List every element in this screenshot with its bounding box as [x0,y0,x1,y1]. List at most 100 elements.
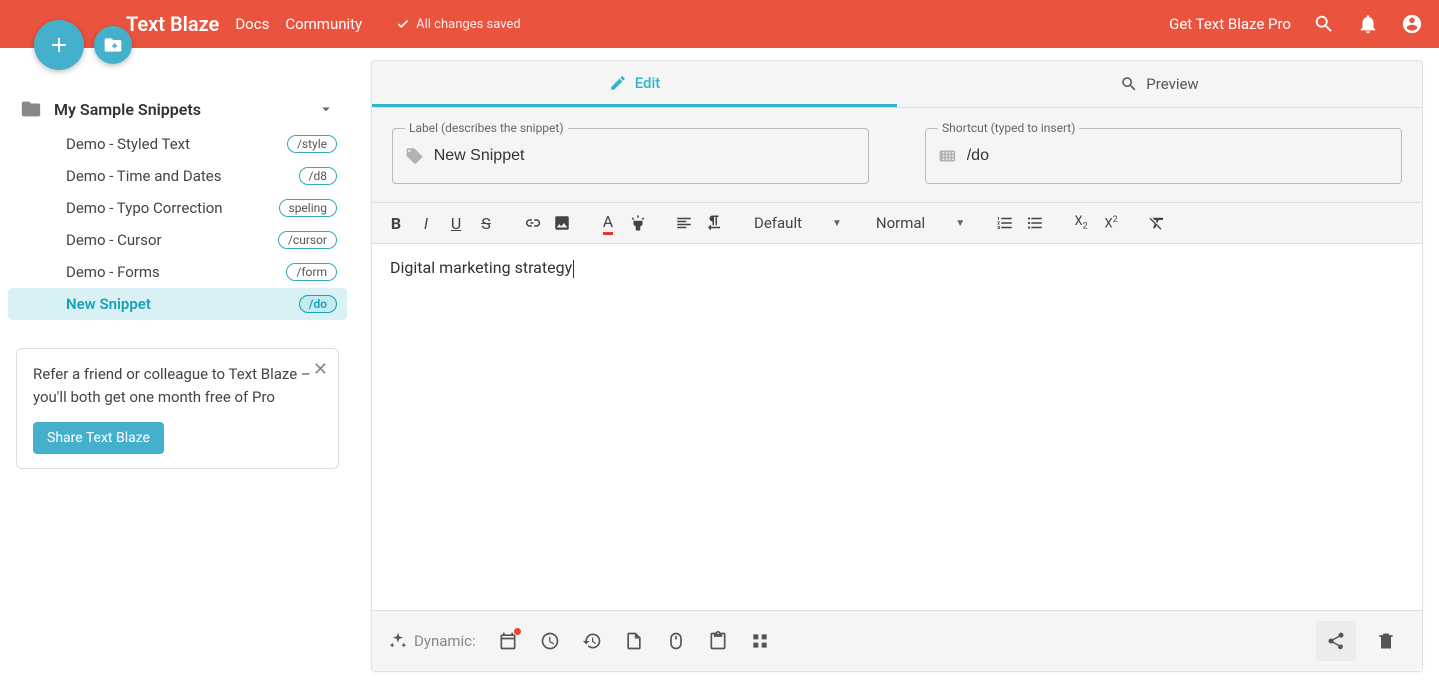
shortcut-fieldset[interactable]: Shortcut (typed to insert) [925,128,1402,184]
snippet-item-typo[interactable]: Demo - Typo Correctionspeling [8,192,347,224]
fields-row: Label (describes the snippet) Shortcut (… [372,108,1422,202]
shortcut-input[interactable] [967,147,1389,165]
clipboard-icon [708,631,728,651]
snippet-shortcut: /style [287,135,337,153]
caret-icon: ▼ [832,218,842,229]
app-logo: Text Blaze [126,12,219,36]
add-snippet-fab[interactable] [34,20,84,70]
tab-preview[interactable]: Preview [897,61,1422,107]
italic-button[interactable]: I [412,209,440,237]
snippet-label: New Snippet [66,295,151,313]
size-select-label: Normal [876,214,925,232]
apps-icon [750,631,770,651]
mouse-command-button[interactable] [666,631,686,651]
folder-icon [20,98,42,120]
pencil-icon [609,74,627,92]
bottom-right-actions [1316,621,1406,661]
editor-body[interactable]: Digital marketing strategy [372,244,1422,610]
link-icon [523,214,541,232]
add-folder-fab[interactable] [94,26,132,64]
snippet-label: Demo - Time and Dates [66,167,221,185]
label-input[interactable] [434,147,856,165]
superscript-button[interactable]: X2 [1097,209,1125,237]
clipboard-command-button[interactable] [708,631,728,651]
bullet-list-icon [1026,214,1044,232]
preview-icon [1120,75,1138,93]
highlight-icon [629,214,647,232]
snippet-item-styled-text[interactable]: Demo - Styled Text/style [8,128,347,160]
trash-icon [1376,631,1396,651]
clear-format-button[interactable] [1143,209,1171,237]
subscript-button[interactable]: X2 [1067,209,1095,237]
fab-row [34,20,132,70]
image-icon [553,214,571,232]
size-select[interactable]: Normal▼ [868,214,973,232]
share-snippet-button[interactable] [1316,621,1356,661]
file-icon [624,631,644,651]
snippet-label: Demo - Styled Text [66,135,190,153]
snippet-item-cursor[interactable]: Demo - Cursor/cursor [8,224,347,256]
rtl-icon [705,214,723,232]
tab-preview-label: Preview [1146,75,1198,93]
snippet-label: Demo - Forms [66,263,160,281]
indent-button[interactable] [700,209,728,237]
chevron-down-icon[interactable] [317,100,335,118]
align-button[interactable] [670,209,698,237]
search-icon[interactable] [1313,13,1335,35]
main-layout: My Sample Snippets Demo - Styled Text/st… [0,48,1439,684]
save-status-text: All changes saved [416,17,521,32]
apps-command-button[interactable] [750,631,770,651]
shortcut-legend: Shortcut (typed to insert) [938,121,1079,135]
save-status: All changes saved [396,17,521,32]
editor-toolbar: B I U S A Default▼ Normal▼ [372,202,1422,244]
bold-button[interactable]: B [382,209,410,237]
dynamic-label: Dynamic: [388,631,476,651]
tab-edit[interactable]: Edit [372,61,897,107]
nav-docs[interactable]: Docs [235,15,269,33]
history-command-button[interactable] [582,631,602,651]
strike-button[interactable]: S [472,209,500,237]
underline-button[interactable]: U [442,209,470,237]
align-left-icon [675,214,693,232]
editor-panel: Edit Preview Label (describes the snippe… [371,60,1423,672]
dynamic-text: Dynamic: [414,632,476,650]
bullet-list-button[interactable] [1021,209,1049,237]
notification-dot [514,628,521,635]
snippet-item-new[interactable]: New Snippet/do [8,288,347,320]
text-color-button[interactable]: A [594,209,622,237]
label-fieldset[interactable]: Label (describes the snippet) [392,128,869,184]
share-button[interactable]: Share Text Blaze [33,422,164,454]
font-select[interactable]: Default▼ [746,214,850,232]
keyboard-icon [938,146,957,166]
link-button[interactable] [518,209,546,237]
snippet-label: Demo - Cursor [66,231,162,249]
bell-icon[interactable] [1357,13,1379,35]
snippet-shortcut: /cursor [278,231,337,249]
snippet-item-time-dates[interactable]: Demo - Time and Dates/d8 [8,160,347,192]
folder-plus-icon [103,35,123,55]
share-icon [1326,631,1346,651]
content: Edit Preview Label (describes the snippe… [355,48,1439,684]
header-right: Get Text Blaze Pro [1169,13,1423,35]
delete-snippet-button[interactable] [1366,621,1406,661]
snippet-item-forms[interactable]: Demo - Forms/form [8,256,347,288]
time-command-button[interactable] [540,631,560,651]
sidebar: My Sample Snippets Demo - Styled Text/st… [0,48,355,684]
folder-header[interactable]: My Sample Snippets [8,92,347,126]
ordered-list-button[interactable] [991,209,1019,237]
close-referral-button[interactable]: ✕ [313,359,328,380]
editor-content: Digital marketing strategy [390,258,572,277]
app-header: Text Blaze Docs Community All changes sa… [0,0,1439,48]
snippet-label: Demo - Typo Correction [66,199,223,217]
clear-format-icon [1148,214,1166,232]
get-pro-button[interactable]: Get Text Blaze Pro [1169,15,1291,33]
account-icon[interactable] [1401,13,1423,35]
date-command-button[interactable] [498,631,518,651]
tag-icon [405,146,424,166]
mouse-icon [666,631,686,651]
tabs: Edit Preview [372,61,1422,108]
nav-community[interactable]: Community [285,15,362,33]
highlight-button[interactable] [624,209,652,237]
file-command-button[interactable] [624,631,644,651]
image-button[interactable] [548,209,576,237]
